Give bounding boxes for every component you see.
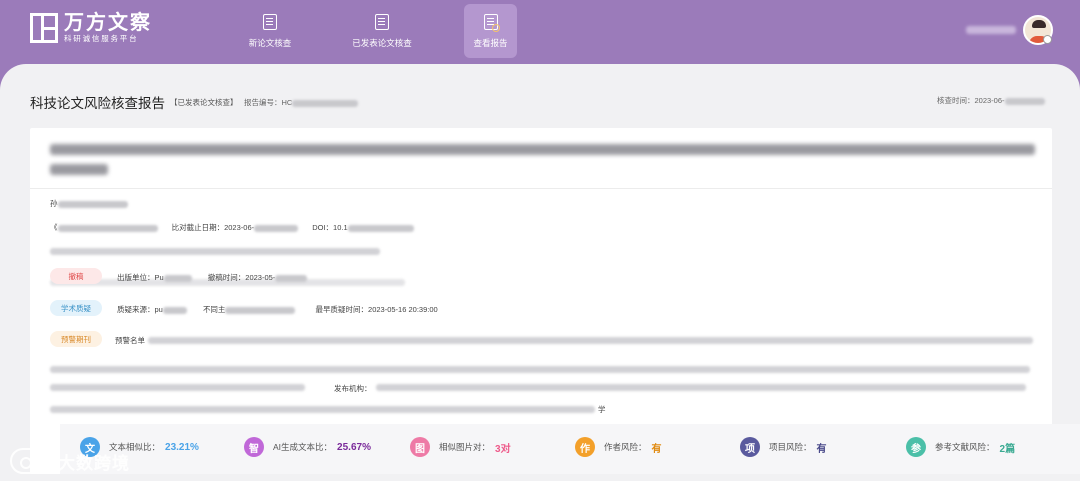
stat-author-risk[interactable]: 作 作者风险：有 [575,437,662,457]
warning-journal-tag: 预警期刊 [50,331,102,347]
warning-list-label: 预警名单 [115,336,145,345]
nav-label: 新论文核查 [248,37,292,48]
warning-tail-text: 学 [598,405,606,414]
reference-risk-icon: 参 [906,437,926,457]
risk-stats-bar: 文 文本相似比： 23.21% 智 AI生成文本比： 25.67% 图 相似图片对：… [60,424,1080,474]
nav-published-paper-check[interactable]: 已发表论文核查 [346,4,418,58]
author-line: 孙 [50,198,128,209]
brand-name: 万方文察 [64,12,152,34]
report-number: 报告编号：HC [244,97,359,108]
nav-new-paper-check[interactable]: 新论文核查 [236,4,304,58]
paper-title-redacted [50,144,1035,184]
stat-ai-generated[interactable]: 智 AI生成文本比： 25.67% [244,437,371,457]
check-time: 核查时间：2023-06- [937,95,1045,106]
report-search-icon [483,13,500,32]
main-panel: 科技论文风险核查报告 【已发表论文核查】 报告编号：HC 核查时间：2023-0… [0,64,1080,481]
author-risk-icon: 作 [575,437,595,457]
watermark-logo-icon [10,448,50,474]
watermark: 大数跨境 [10,448,130,474]
nav-view-report[interactable]: 查看报告 [464,4,517,58]
page-title: 科技论文风险核查报告 [30,96,165,111]
publishing-org-label: 发布机构： [334,384,372,393]
retraction-info: 出版单位：Pu 撤稿时间：2023-05- [117,272,308,283]
ai-generated-icon: 智 [244,437,264,457]
redacted-line [148,337,1033,344]
similar-image-icon: 图 [410,437,430,457]
power-icon[interactable] [1043,35,1052,44]
project-risk-icon: 项 [740,437,760,457]
journal-line: 《 比对截止日期：2023-06- DOI：10.1 [50,222,414,233]
divider [30,188,1052,189]
redacted-line [50,406,595,413]
document-icon [263,13,277,30]
brand-logo-mark-icon [30,13,58,43]
retraction-tag: 撤稿 [50,268,102,284]
redacted-line [376,384,1026,391]
academic-doubt-info: 质疑来源：pu 不同主 最早质疑时间：2023-05-16 20:39:00 [117,305,438,314]
document-list-icon [375,13,389,30]
user-name-redacted[interactable] [966,26,1016,34]
academic-doubt-tag: 学术质疑 [50,300,102,316]
stat-similar-images[interactable]: 图 相似图片对： 3对 [410,437,511,457]
stat-reference-risk[interactable]: 参 参考文献风险： 2篇 [906,437,1015,457]
brand-tagline: 科研诚信服务平台 [64,34,139,43]
stat-project-risk[interactable]: 项 项目风险：有 [740,437,827,457]
report-card: 孙 《 比对截止日期：2023-06- DOI：10.1 撤稿 出版单位：Pu … [30,128,1080,474]
top-navigation-bar: 万方文察 科研诚信服务平台 新论文核查 已发表论文核查 查看报告 [0,0,1080,64]
redacted-line [50,366,1030,373]
nav-label: 查看报告 [473,37,508,48]
redacted-line [50,384,305,391]
brand-logo[interactable]: 万方文察 科研诚信服务平台 [30,12,152,44]
nav-label: 已发表论文核查 [352,37,412,48]
redacted-line [50,248,380,255]
report-type-tag: 【已发表论文核查】 [170,98,238,107]
